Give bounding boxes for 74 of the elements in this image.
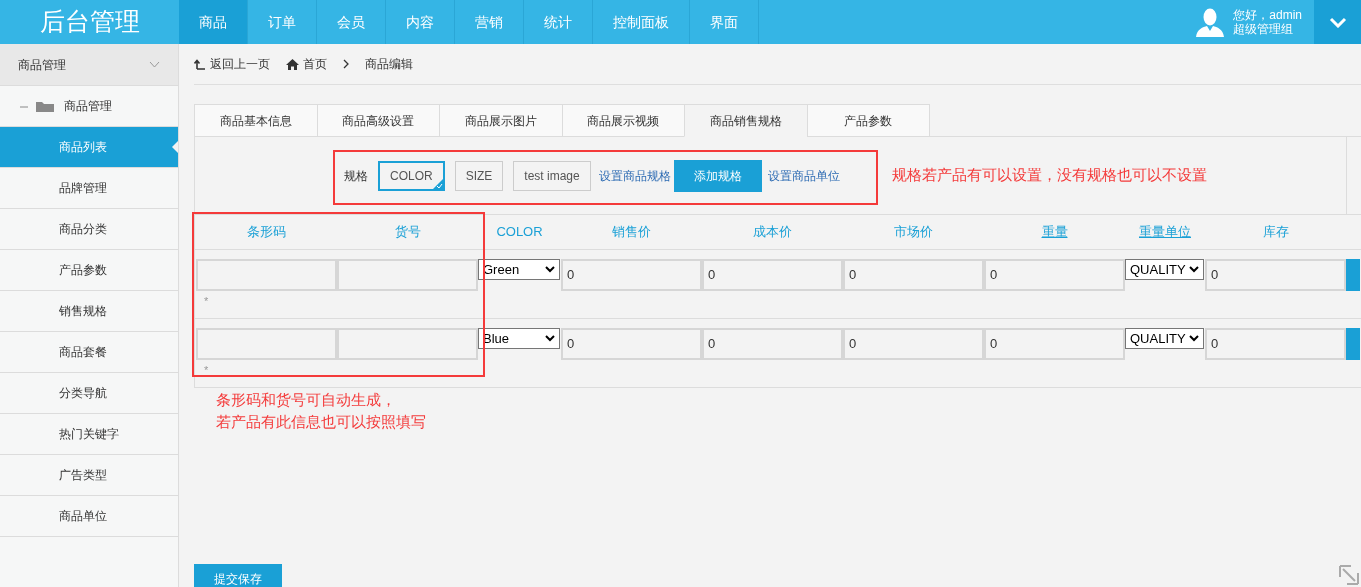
input-field[interactable]: 0 <box>702 328 843 360</box>
sidebar-item[interactable]: 产品参数 <box>0 250 178 291</box>
caret-icon <box>545 266 555 273</box>
chevron-right-icon <box>343 59 349 69</box>
sidebar-item[interactable]: 分类导航 <box>0 373 178 414</box>
tab[interactable]: 商品高级设置 <box>316 104 440 137</box>
input-field[interactable]: 0 <box>702 259 843 291</box>
column-header: 市场价 <box>893 223 934 242</box>
input-field[interactable] <box>337 259 478 291</box>
input-field[interactable]: 0 <box>843 328 984 360</box>
sidebar-item[interactable]: 热门关键字 <box>0 414 178 455</box>
breadcrumb-current: 商品编辑 <box>365 56 413 73</box>
tab[interactable]: 商品展示图片 <box>439 104 563 137</box>
chevron-icon <box>149 61 160 68</box>
spec-option[interactable]: test image <box>513 160 591 191</box>
input-field[interactable] <box>196 328 337 360</box>
user-menu-button[interactable] <box>1314 0 1361 44</box>
home-icon <box>286 58 299 70</box>
required-mark: * <box>203 294 210 309</box>
caret-icon <box>1189 266 1199 273</box>
home-link[interactable]: 首页 <box>286 55 327 73</box>
tab[interactable]: 商品销售规格 <box>684 104 808 137</box>
resize-icon[interactable] <box>1339 565 1359 585</box>
user-greeting: 您好，admin <box>1233 8 1302 22</box>
column-header: 货号 <box>393 223 422 242</box>
column-header: COLOR <box>495 223 544 242</box>
row-action-button[interactable] <box>1346 259 1360 291</box>
column-header: 成本价 <box>752 223 793 242</box>
column-header: 条形码 <box>246 223 287 242</box>
annotation-note: 若产品有此信息也可以按照填写 <box>216 412 427 432</box>
chevron-down-icon <box>1328 16 1347 28</box>
back-link[interactable]: 返回上一页 <box>194 55 270 73</box>
tab[interactable]: 商品展示视频 <box>561 104 685 137</box>
caret-icon <box>1189 335 1199 342</box>
input-field[interactable]: 0 <box>1205 328 1346 360</box>
user-role: 超级管理组 <box>1233 22 1295 36</box>
logo: 后台管理 <box>38 6 141 38</box>
sidebar-item[interactable]: 品牌管理 <box>0 168 178 209</box>
dropdown[interactable]: QUALITY <box>1125 259 1204 280</box>
caret-icon <box>545 335 555 342</box>
annotation-note: 规格若产品有可以设置，没有规格也可以不设置 <box>891 165 1207 186</box>
return-arrow-icon <box>194 58 206 70</box>
spec-label: 规格 <box>344 167 368 185</box>
sidebar-item[interactable]: 销售规格 <box>0 291 178 332</box>
column-header: 重量 <box>1040 223 1069 242</box>
sidebar-item[interactable]: 商品单位 <box>0 496 178 537</box>
input-field[interactable]: 0 <box>561 259 702 291</box>
column-header: 库存 <box>1261 223 1290 242</box>
spec-option[interactable]: COLOR <box>378 160 445 191</box>
set-spec-link[interactable]: 设置商品规格 <box>598 166 671 185</box>
column-header: 重量单位 <box>1138 223 1192 242</box>
required-mark: * <box>203 363 210 378</box>
check-icon <box>432 178 443 189</box>
annotation-note: 条形码和货号可自动生成， <box>216 390 397 410</box>
input-field[interactable]: 0 <box>1205 259 1346 291</box>
folder-icon <box>20 100 56 112</box>
input-field[interactable] <box>196 259 337 291</box>
sidebar-item[interactable]: 广告类型 <box>0 455 178 496</box>
dropdown[interactable]: QUALITY <box>1125 328 1204 349</box>
input-field[interactable]: 0 <box>561 328 702 360</box>
sidebar-item[interactable]: 商品套餐 <box>0 332 178 373</box>
tab[interactable]: 商品基本信息 <box>194 104 318 137</box>
spec-option[interactable]: SIZE <box>454 160 504 191</box>
column-header: 销售价 <box>611 223 652 242</box>
sidebar-item[interactable]: 商品分类 <box>0 209 178 250</box>
user-avatar-icon <box>1195 7 1226 37</box>
input-field[interactable]: 0 <box>984 259 1125 291</box>
tab[interactable]: 产品参数 <box>806 104 930 137</box>
input-field[interactable] <box>337 328 478 360</box>
set-unit-link[interactable]: 设置商品单位 <box>767 166 840 185</box>
input-field[interactable]: 0 <box>843 259 984 291</box>
row-action-button[interactable] <box>1346 328 1360 360</box>
input-field[interactable]: 0 <box>984 328 1125 360</box>
sidebar-group[interactable]: 商品管理 <box>0 44 178 86</box>
